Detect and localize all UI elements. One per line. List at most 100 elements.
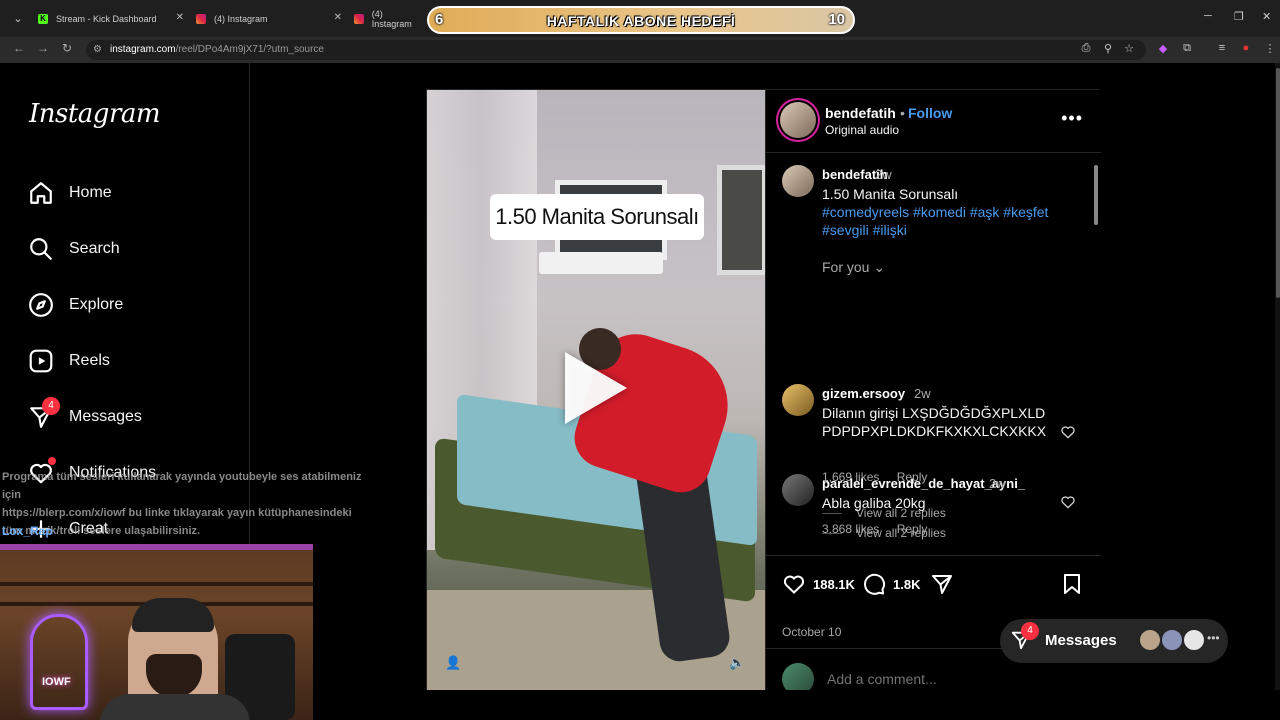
tab-instagram-1[interactable]: (4) Instagram ✕ [196,6,342,31]
commenter-avatar[interactable] [782,384,814,416]
extensions-puzzle-icon[interactable]: ⧉ [1179,42,1195,55]
follow-button[interactable]: Follow [908,105,952,121]
goal-target: 10 [828,11,845,28]
close-window-icon[interactable]: ✕ [1262,10,1271,23]
bottom-strip [313,690,1280,720]
audio-link[interactable]: Original audio [825,123,899,137]
messages-floating-button[interactable]: 4 Messages ••• [1000,619,1228,663]
extension-icon[interactable]: ◆ [1155,42,1171,55]
post-header: bendefatih • Follow Original audio ••• [766,90,1101,153]
site-info-icon[interactable]: ⚙ [93,40,102,60]
author-avatar[interactable] [780,102,816,138]
like-comment-icon[interactable] [1060,424,1076,440]
add-comment-input[interactable]: Add a comment... [827,671,937,687]
sidebar-item-search[interactable]: Search [28,233,120,265]
post-date: October 10 [782,625,842,639]
commenter-avatar[interactable] [782,474,814,506]
save-button[interactable] [1060,572,1091,596]
sidebar-item-label: Home [69,184,112,201]
instagram-icon [354,13,364,24]
reel-video[interactable]: 1.50 Manita Sorunsalı 👤 🔈 [427,90,765,691]
more-options-icon[interactable]: ••• [1061,108,1083,129]
forward-icon[interactable]: → [34,41,52,55]
notification-badge: 4 [42,397,60,415]
post-sidebar: bendefatih • Follow Original audio ••• b… [765,90,1101,695]
profile-icon[interactable]: ● [1238,42,1254,54]
maximize-icon[interactable]: ❐ [1234,10,1244,23]
share-button[interactable] [930,572,961,596]
sidebar-item-label: Search [69,240,120,257]
video-scene-air-conditioner [539,252,663,274]
avatar [1182,628,1206,652]
view-replies-button[interactable]: View all 2 replies [822,526,946,540]
comment-button[interactable]: 1.8K [862,572,920,596]
install-icon[interactable]: ⎙ [1078,42,1094,55]
neon-sign-text: IOWF [42,676,71,688]
hashtags[interactable]: #comedyreels #komedi #aşk #keşfet [822,203,1052,221]
streamer-cap [132,598,214,632]
more-icon: ••• [1207,631,1220,645]
caption-text: 1.50 Manita Sorunsalı #comedyreels #kome… [822,185,1052,239]
video-caption: 1.50 Manita Sorunsalı [490,194,704,240]
chat-username: Lox_Rap [2,524,53,538]
sidebar-item-reels[interactable]: Reels [28,345,110,377]
sidebar-item-label: Messages [69,408,142,425]
close-icon[interactable]: ✕ [334,12,342,23]
comment-count: 1.8K [893,576,921,592]
media-control-icon[interactable]: ≡ [1214,42,1230,54]
reel-post: 1.50 Manita Sorunsalı 👤 🔈 bendefatih • F… [426,89,1101,695]
like-count: 188.1K [813,576,855,592]
sidebar-item-label: Reels [69,352,110,369]
mute-icon[interactable]: 🔈 [729,655,745,671]
sidebar-item-label: Explore [69,296,124,313]
sidebar-item-home[interactable]: Home [28,177,112,209]
browser-tab-bar: ⌄ K Stream - Kick Dashboard ✕ (4) Instag… [0,0,1280,37]
comment-time: 2w [989,476,1006,491]
author-username[interactable]: bendefatih [825,105,896,121]
instagram-logo[interactable]: Instagram [29,99,161,129]
video-scene-window [717,165,765,275]
sidebar-item-messages[interactable]: 4 Messages [28,397,142,433]
comment-time: 2w [875,167,892,182]
user-tag-icon[interactable]: 👤 [445,655,461,671]
kick-icon: K [38,13,48,24]
home-icon [30,182,52,204]
goal-title: HAFTALIK ABONE HEDEFİ [546,13,736,29]
bookmark-icon [1064,574,1080,594]
hashtags[interactable]: #sevgili #ilişki [822,221,1052,239]
streamer-webcam: IOWF [0,544,313,720]
comment-text: Abla galiba 20kg [822,495,926,511]
bookmark-star-icon[interactable]: ☆ [1121,42,1137,55]
avatar [1138,628,1162,652]
reload-icon[interactable]: ↻ [58,41,76,55]
sidebar-item-explore[interactable]: Explore [28,289,123,321]
like-button[interactable]: 188.1K [782,572,855,596]
reels-icon [29,349,53,373]
notification-dot [48,457,56,465]
like-comment-icon[interactable] [1060,494,1076,510]
comments-scrollbar[interactable] [1093,157,1099,549]
comment-sort-dropdown[interactable]: For you ⌄ [822,259,885,276]
play-icon[interactable] [565,352,627,424]
address-bar[interactable]: ⚙ instagram.com/reel/DPo4Am9jX71/?utm_so… [86,40,1146,60]
tab-search-icon[interactable]: ⌄ [8,9,28,29]
led-strip [0,544,313,550]
browser-menu-icon[interactable]: ⋮ [1262,42,1278,55]
subscriber-goal-overlay: 6 HAFTALIK ABONE HEDEFİ 10 [427,6,855,34]
streamer-shirt [100,694,250,720]
browser-toolbar: ← → ↻ ⚙ instagram.com/reel/DPo4Am9jX71/?… [0,37,1280,63]
minimize-icon[interactable]: ─ [1204,10,1212,22]
search-icon [30,238,52,260]
author-avatar[interactable] [782,165,814,197]
stream-chat-overlay: Programa tüm sesleri kullanarak yayında … [2,471,362,537]
zoom-icon[interactable]: ⚲ [1100,42,1116,55]
page-scrollbar[interactable] [1275,63,1280,720]
chevron-down-icon: ⌄ [873,259,886,275]
tab-kick-dashboard[interactable]: K Stream - Kick Dashboard ✕ [38,6,184,31]
close-icon[interactable]: ✕ [176,12,184,23]
comment-time: 2w [914,386,931,401]
back-icon[interactable]: ← [10,41,28,55]
comment-username[interactable]: gizem.ersooy [822,386,905,401]
tab-instagram-2[interactable]: (4) Instagram [354,6,424,31]
notification-badge: 4 [1021,622,1039,640]
